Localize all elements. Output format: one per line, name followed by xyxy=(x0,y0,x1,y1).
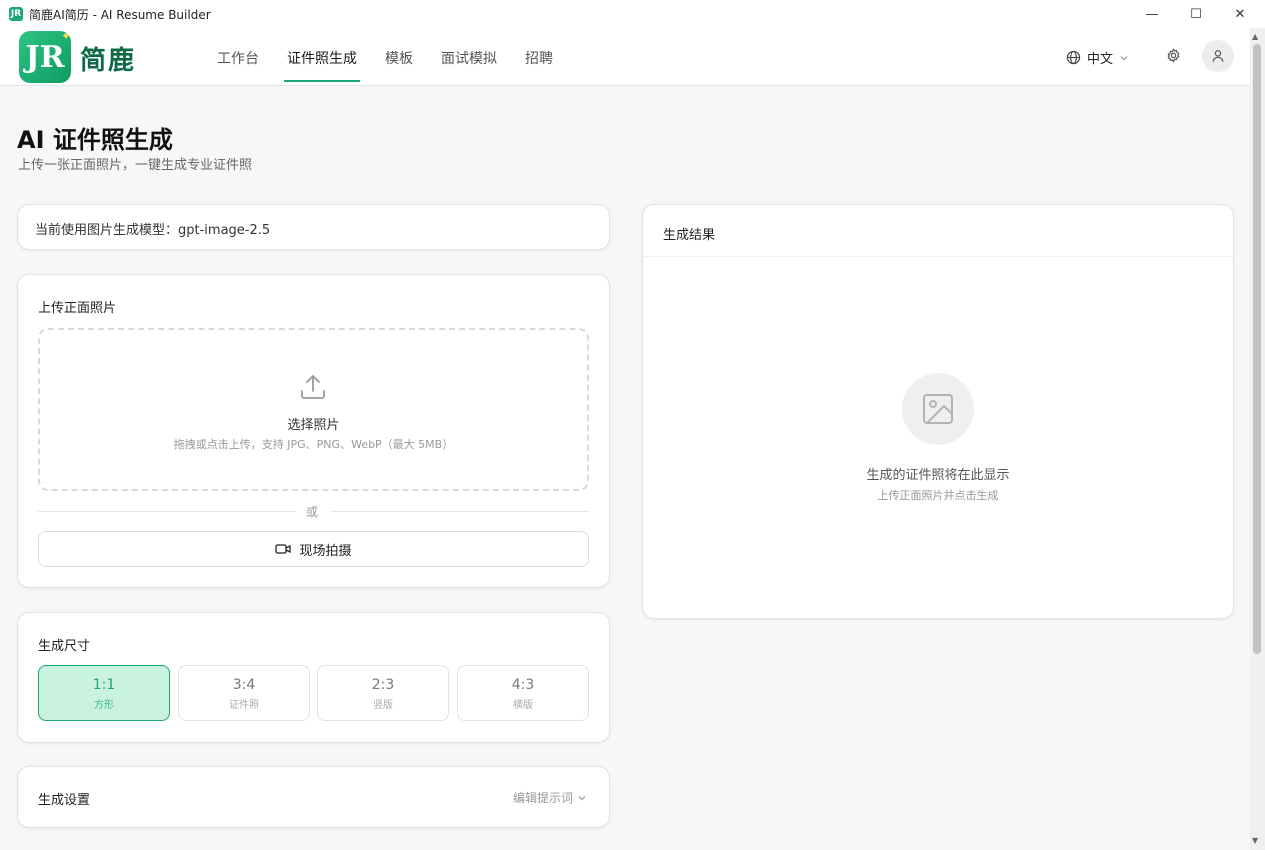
size-desc: 竖版 xyxy=(373,700,393,711)
scroll-down-icon[interactable]: ▼ xyxy=(1252,836,1258,845)
or-divider-text: 或 xyxy=(306,505,319,519)
dropzone-hint: 拖拽或点击上传，支持 JPG、PNG、WebP（最大 5MB） xyxy=(173,438,454,451)
model-info-text: 当前使用图片生成模型：gpt-image-2.5 xyxy=(35,223,271,238)
sparkle-icon: ✦ xyxy=(61,29,72,43)
divider-left xyxy=(38,511,296,512)
size-ratio: 1:1 xyxy=(92,677,116,693)
nav-item-interview[interactable]: 面试模拟 xyxy=(441,48,497,68)
nav-item-workbench[interactable]: 工作台 xyxy=(217,48,259,68)
nav-item-id-photo[interactable]: 证件照生成 xyxy=(287,48,357,68)
edit-prompt-label: 编辑提示词 xyxy=(512,791,573,805)
gear-icon[interactable] xyxy=(1166,48,1181,67)
image-icon xyxy=(923,394,953,424)
video-camera-icon xyxy=(275,544,292,554)
app-icon: JR xyxy=(9,7,23,21)
close-icon[interactable]: ✕ xyxy=(1217,0,1263,28)
result-placeholder-sub: 上传正面照片并点击生成 xyxy=(877,489,999,502)
page-title: AI 证件照生成 xyxy=(17,126,173,154)
model-info-card: 当前使用图片生成模型：gpt-image-2.5 xyxy=(17,204,610,250)
user-avatar[interactable] xyxy=(1202,40,1234,72)
size-desc: 横版 xyxy=(513,700,533,711)
language-selector[interactable]: 中文 xyxy=(1066,48,1129,67)
result-placeholder-title: 生成的证件照将在此显示 xyxy=(866,468,1010,483)
image-placeholder xyxy=(902,373,974,445)
logo-text[interactable]: 简鹿 xyxy=(80,40,136,77)
upload-icon xyxy=(301,375,325,399)
size-ratio: 2:3 xyxy=(371,677,395,693)
upload-label: 上传正面照片 xyxy=(38,301,117,316)
window-title: 简鹿AI简历 - AI Resume Builder xyxy=(29,7,211,22)
size-card: 生成尺寸 1:1 方形 3:4 证件照 2:3 竖版 4:3 横版 xyxy=(17,612,610,743)
window-titlebar: JR 简鹿AI简历 - AI Resume Builder — ☐ ✕ xyxy=(0,0,1265,28)
take-photo-button[interactable]: 现场拍摄 xyxy=(38,531,589,567)
maximize-icon[interactable]: ☐ xyxy=(1173,0,1219,28)
size-option-4-3[interactable]: 4:3 横版 xyxy=(457,665,589,721)
upload-card: 上传正面照片 选择照片 拖拽或点击上传，支持 JPG、PNG、WebP（最大 5… xyxy=(17,274,610,588)
dropzone-title: 选择照片 xyxy=(287,418,340,433)
settings-label: 生成设置 xyxy=(38,793,91,808)
language-label: 中文 xyxy=(1087,52,1114,67)
nav-item-recruit[interactable]: 招聘 xyxy=(525,48,553,68)
globe-icon xyxy=(1066,50,1081,65)
active-tab-indicator xyxy=(284,80,360,82)
result-card: 生成结果 生成的证件照将在此显示 上传正面照片并点击生成 xyxy=(642,204,1234,619)
size-ratio: 4:3 xyxy=(511,677,535,693)
size-label: 生成尺寸 xyxy=(38,639,91,654)
size-desc: 证件照 xyxy=(229,700,259,711)
result-header: 生成结果 xyxy=(643,205,1233,257)
chevron-down-icon xyxy=(578,795,586,800)
user-icon xyxy=(1212,50,1224,62)
size-option-2-3[interactable]: 2:3 竖版 xyxy=(317,665,449,721)
chevron-down-icon xyxy=(1120,55,1128,60)
divider-right xyxy=(331,511,589,512)
nav-item-templates[interactable]: 模板 xyxy=(385,48,413,68)
minimize-icon[interactable]: — xyxy=(1129,0,1175,28)
size-desc: 方形 xyxy=(94,700,114,711)
settings-card[interactable]: 生成设置 编辑提示词 xyxy=(17,766,610,828)
result-label: 生成结果 xyxy=(663,228,716,243)
scrollbar-thumb[interactable] xyxy=(1253,44,1261,654)
size-ratio: 3:4 xyxy=(232,677,256,693)
photo-dropzone[interactable]: 选择照片 拖拽或点击上传，支持 JPG、PNG、WebP（最大 5MB） xyxy=(38,328,589,491)
edit-prompt-toggle[interactable]: 编辑提示词 xyxy=(513,789,587,806)
top-navbar: JR ✦ 简鹿 工作台 证件照生成 模板 面试模拟 招聘 中文 xyxy=(0,28,1250,86)
page-subtitle: 上传一张正面照片，一键生成专业证件照 xyxy=(18,158,253,173)
take-photo-label: 现场拍摄 xyxy=(299,543,352,559)
size-option-1-1[interactable]: 1:1 方形 xyxy=(38,665,170,721)
scroll-up-icon[interactable]: ▲ xyxy=(1252,32,1258,41)
size-option-3-4[interactable]: 3:4 证件照 xyxy=(178,665,310,721)
